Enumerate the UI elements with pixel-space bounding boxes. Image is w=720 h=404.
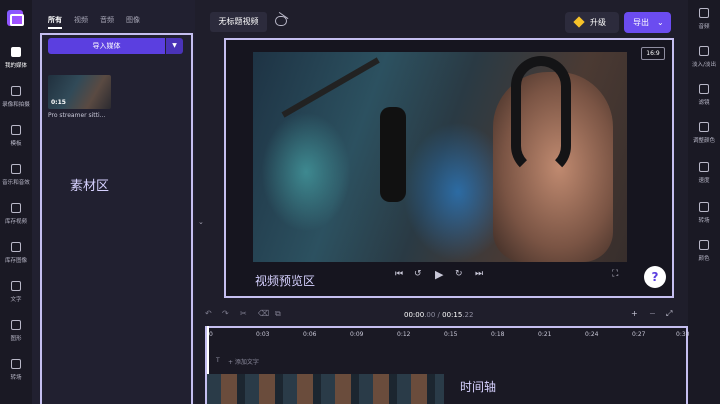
media-asset-thumbnail[interactable]: 0:15 [48,75,111,109]
time-tick: 0:06 [303,331,317,338]
template-icon [11,125,21,135]
asset-duration: 0:15 [51,99,66,106]
import-dropdown-button[interactable]: ▼ [166,38,183,54]
music-icon [11,164,21,174]
mic-arm [281,57,380,118]
asset-title: Pro streamer sitti... [48,112,106,119]
time-tick: 0:09 [350,331,364,338]
rail-item-color[interactable]: 颜色 [688,240,720,262]
headphones [511,56,571,176]
transition-icon [11,359,21,369]
tab-all[interactable]: 所有 [48,15,62,29]
video-preview[interactable] [253,52,627,262]
collapse-panel-chevron-icon[interactable]: ⌄ [198,218,204,226]
duplicate-icon[interactable]: ⧉ [275,309,281,319]
time-tick: 0:21 [538,331,552,338]
filter-icon [699,84,709,94]
upgrade-button[interactable]: 升级 [565,12,619,33]
rail-item-graphics[interactable]: 图形 [0,320,32,342]
microphone [380,107,406,202]
speaker-icon [699,8,709,18]
shapes-icon [11,320,21,330]
text-track-icon: T [216,357,220,364]
palette-icon [699,240,709,250]
app-logo [7,10,24,26]
transition-icon [699,202,709,212]
tab-video[interactable]: 视频 [74,15,88,29]
chevron-down-icon: ▼ [172,42,177,49]
preview-area-label: 视频预览区 [255,274,316,288]
zoom-in-icon[interactable]: + [631,309,638,318]
skip-back-icon[interactable]: ⏮ [395,269,403,279]
chevron-down-icon: ⌄ [657,18,664,27]
media-area-label: 素材区 [70,179,110,194]
time-tick: 0:15 [444,331,458,338]
tab-images[interactable]: 图像 [126,15,140,29]
speed-icon [699,162,709,172]
rail-item-stock-video[interactable]: 库存视频 [0,203,32,225]
rail-item-fade[interactable]: 淡入/淡出 [688,46,720,68]
rail-item-stock-images[interactable]: 库存图像 [0,242,32,264]
time-tick: 0:30 [676,331,690,338]
rail-item-my-media[interactable]: 我的媒体 [0,47,32,69]
image-library-icon [11,242,21,252]
zoom-out-icon[interactable]: − [649,309,656,318]
time-tick: 0:12 [397,331,411,338]
skip-forward-icon[interactable]: ⏭ [475,269,483,279]
time-tick: 0:18 [491,331,505,338]
project-title-field[interactable]: 无标题视频 [210,12,267,32]
time-tick: 0:24 [585,331,599,338]
undo-icon[interactable]: ↶ [205,309,212,318]
aspect-ratio-button[interactable]: 16:9 [641,47,665,60]
tab-audio[interactable]: 音频 [100,15,114,29]
text-icon [11,281,21,291]
rail-item-filters[interactable]: 滤镜 [688,84,720,106]
delete-icon[interactable]: ⌫ [258,309,269,318]
redo-icon[interactable]: ↷ [222,309,229,318]
help-button[interactable]: ? [644,266,666,288]
rail-item-text[interactable]: 文字 [0,281,32,303]
adjust-color-icon [699,122,709,132]
video-library-icon [11,203,21,213]
diamond-icon [573,16,585,28]
cloud-sync-off-icon[interactable] [275,16,287,26]
rail-item-transition[interactable]: 转场 [688,202,720,224]
rail-item-transitions[interactable]: 转场 [0,359,32,381]
import-media-button[interactable]: 导入媒体 [48,38,165,54]
play-icon[interactable]: ▶ [435,268,443,281]
rail-item-templates[interactable]: 模板 [0,125,32,147]
time-tick: 0 [209,331,213,338]
rail-item-record[interactable]: 录像和拍摄 [0,86,32,108]
video-clip[interactable] [207,374,444,404]
fade-icon [699,46,709,56]
add-text-button[interactable]: + 添加文字 [228,357,259,366]
export-button[interactable]: 导出 ⌄ [624,12,671,33]
folder-icon [11,47,21,57]
rail-item-speed[interactable]: 速度 [688,162,720,184]
timecode: 00:00.00 / 00:15.22 [404,311,474,319]
split-scissors-icon[interactable]: ✂ [240,309,247,318]
camera-icon [11,86,21,96]
rail-item-music[interactable]: 音乐和音效 [0,164,32,186]
fit-timeline-icon[interactable]: ⤢ [666,309,672,319]
time-tick: 0:27 [632,331,646,338]
timeline-area-label: 时间轴 [460,380,497,394]
rail-item-adjust-color[interactable]: 调整颜色 [688,122,720,144]
rewind-5s-icon[interactable]: ↺ [414,269,422,279]
rail-item-audio[interactable]: 音频 [688,8,720,30]
time-tick: 0:03 [256,331,270,338]
fullscreen-icon[interactable]: ⛶ [612,269,618,279]
media-tabs: 所有 视频 音频 图像 [48,15,140,29]
background-light [261,112,351,232]
forward-5s-icon[interactable]: ↻ [455,269,463,279]
